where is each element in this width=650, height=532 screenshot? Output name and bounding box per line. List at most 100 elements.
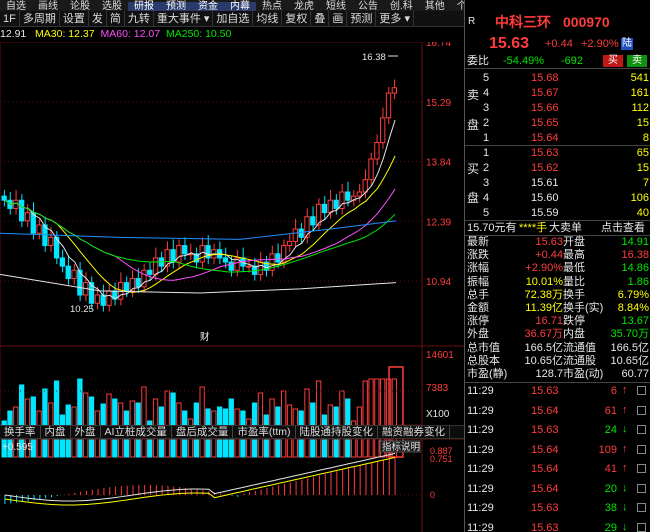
bid-price: 15.60 [531, 192, 559, 204]
candle-body [135, 278, 141, 288]
top-tab-8[interactable]: 热点 [256, 2, 288, 12]
quote-value: 10.65亿 [610, 354, 649, 367]
candle-body [71, 269, 77, 280]
top-tab-2[interactable]: 论股 [64, 2, 96, 12]
top-tab-5[interactable]: 预测 [160, 2, 192, 11]
ma-long-line [0, 220, 397, 240]
toolbar-item-8[interactable]: 均线 [253, 11, 283, 26]
bid-level: 3 [483, 177, 490, 189]
candle-body [292, 228, 299, 242]
tick-price: 15.64 [531, 443, 559, 456]
sell-button[interactable]: 卖 [627, 55, 647, 67]
top-tab-0[interactable]: 自选 [0, 2, 32, 12]
toolbar-item-0[interactable]: 1F [0, 11, 20, 26]
indicator-tab-5[interactable]: 市盈率(ttm) [233, 426, 296, 438]
quote-value: 6.79% [617, 288, 649, 301]
toolbar-item-2[interactable]: 设置 [60, 11, 89, 26]
volume-tick-label: X100 [426, 409, 450, 420]
toolbar-item-11[interactable]: 画 [329, 11, 348, 26]
bid-row: 5 15.59 40 [465, 206, 650, 220]
ask-level: 2 [483, 117, 490, 129]
toolbar-item-3[interactable]: 发 [89, 11, 107, 26]
quote-label: 流通值 [563, 341, 596, 354]
ask-side-label: 卖 [467, 88, 480, 102]
quote-row: 总市值 166.5亿 流通值 166.5亿 [465, 342, 650, 355]
top-tab-3[interactable]: 选股 [96, 2, 128, 12]
indicator-tab-2[interactable]: 外盘 [71, 426, 101, 438]
volume-tick-label: 14601 [426, 350, 454, 361]
bid-level: 5 [483, 207, 490, 219]
indicator-tab-4[interactable]: 盘后成交量 [172, 426, 234, 438]
top-tab-7[interactable]: 内幕 [224, 2, 256, 11]
volume-bar [199, 386, 205, 458]
toolbar-item-6[interactable]: 重大事件 ▾ [154, 11, 214, 26]
bid-row: 4 15.60 106 [465, 191, 650, 205]
ma250-line [0, 273, 397, 294]
tick-flag-icon [637, 425, 646, 434]
top-tab-1[interactable]: 画线 [32, 2, 64, 12]
arrow-up-icon: ↑ [622, 462, 628, 474]
top-tab-9[interactable]: 龙虎 [288, 2, 320, 12]
top-tab-11[interactable]: 公告 [352, 2, 384, 12]
toolbar-item-12[interactable]: 预测 [347, 11, 377, 26]
tick-time: 11:29 [467, 463, 494, 475]
quote-value: 16.71 [535, 315, 563, 328]
tick-time: 11:29 [467, 482, 494, 495]
toolbar-item-7[interactable]: 加自选 [213, 11, 254, 26]
tick-time: 11:29 [467, 502, 494, 514]
tick-time: 11:29 [467, 404, 494, 417]
tick-flag-icon [637, 444, 646, 454]
top-tab-13[interactable]: 其他 [419, 2, 451, 12]
buy-button[interactable]: 买 [603, 55, 623, 67]
r-badge: R [468, 16, 476, 27]
macd-tick-label: 0 [430, 490, 435, 500]
top-tab-4[interactable]: 研报 [128, 2, 160, 11]
indicator-tab-0[interactable]: 换手率 [0, 426, 41, 438]
tick-flag-icon [637, 522, 646, 532]
indicator-tab-7[interactable]: 融资融券变化 [378, 426, 450, 438]
ma-line [4, 155, 396, 293]
toolbar-item-4[interactable]: 简 [107, 11, 125, 26]
arrow-down-icon: ↓ [622, 423, 628, 435]
weicha-value: -692 [561, 55, 584, 67]
top-tab-6[interactable]: 资金 [192, 2, 224, 11]
candle-body [333, 199, 339, 209]
volume-bar [281, 390, 287, 458]
quote-panel: R 中科三环 000970 15.63 +0.44 +2.90% 陆 委比 -5… [464, 0, 650, 532]
ask-level: 5 [483, 72, 490, 84]
toolbar-item-13[interactable]: 更多 ▾ [376, 11, 414, 26]
tick-price: 15.64 [531, 404, 559, 417]
separator [465, 68, 650, 69]
ask-side-label: 盘 [467, 118, 480, 132]
toolbar-item-5[interactable]: 九转 [125, 11, 154, 26]
toolbar-item-1[interactable]: 多周期 [20, 11, 60, 26]
candle-body [18, 199, 25, 222]
quote-value: 8.84% [617, 302, 649, 314]
ask-volume: 15 [636, 117, 649, 129]
top-tab-14[interactable]: 个股 [451, 2, 464, 12]
candle-body [304, 216, 310, 238]
candle-body [36, 224, 42, 234]
candle-body [374, 142, 380, 160]
bid-volume: 40 [636, 207, 649, 219]
arrow-up-icon: ↑ [622, 384, 628, 396]
weibi-label: 委比 [467, 55, 489, 67]
quote-label: 换手 [563, 288, 585, 301]
tick-price: 15.63 [531, 502, 559, 514]
quote-label: 涨停 [467, 315, 489, 328]
toolbar-item-9[interactable]: 复权 [282, 11, 312, 26]
price-tick-label: 10.94 [426, 277, 451, 288]
top-tab-12[interactable]: 创.科 [384, 2, 419, 12]
tick-flag-icon [637, 405, 646, 415]
kline-chart[interactable]: 16.74 15.29 13.84 12.39 10.94 16.38 10.25 财 1460… [0, 42, 464, 532]
toolbar-item-10[interactable]: 叠 [311, 11, 330, 26]
top-tab-10[interactable]: 短线 [320, 2, 352, 12]
ma250-label: MA250: 10.50 [165, 28, 232, 40]
indicator-tab-3[interactable]: AI立桩成交量 [101, 426, 172, 438]
candle-body [385, 92, 392, 119]
price-tick-label: 12.39 [426, 217, 451, 228]
indicator-tab-1[interactable]: 内盘 [41, 426, 71, 438]
ma-legend: 12.91 MA30: 12.37 MA60: 12.07 MA250: 10.… [0, 28, 231, 42]
indicator-tab-6[interactable]: 陆股通持股变化 [296, 426, 378, 438]
candle-body [170, 249, 176, 263]
